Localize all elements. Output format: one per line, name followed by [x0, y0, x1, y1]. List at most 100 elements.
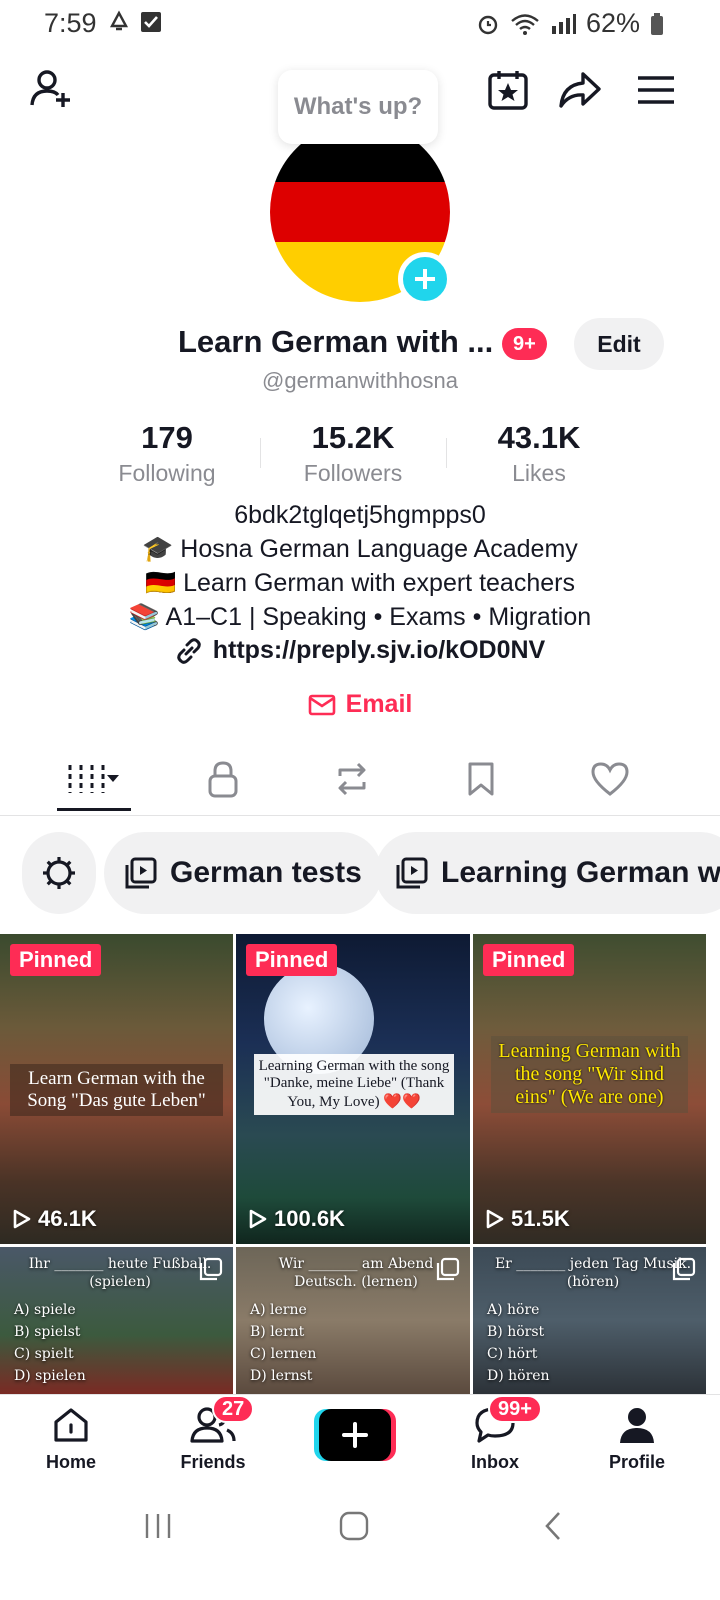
calendar-star-icon	[488, 71, 528, 110]
stat-value: 43.1K	[497, 420, 581, 455]
playlist-chip[interactable]: German tests	[104, 832, 382, 914]
alarm-icon	[478, 15, 498, 34]
stat-label: Likes	[512, 460, 566, 486]
quiz-option: A) lerne	[250, 1302, 307, 1318]
bio-line: 🇩🇪 Learn German with expert teachers	[145, 569, 575, 597]
quiz-option: C) lernen	[250, 1346, 317, 1362]
quiz-option: D) spielen	[14, 1368, 86, 1384]
stat-value: 179	[141, 420, 193, 455]
playlist-chip[interactable]: Learning German w	[375, 832, 720, 914]
email-button[interactable]: Email	[0, 690, 720, 719]
bio-line: 📚 A1–C1 | Speaking • Exams • Migration	[128, 603, 592, 631]
email-label: Email	[345, 690, 413, 718]
video-thumbnail[interactable]: Pinned Learning German with the song "Da…	[236, 934, 470, 1244]
share-profile-button[interactable]	[554, 64, 606, 116]
nav-profile[interactable]: Profile	[582, 1405, 692, 1473]
pinned-badge: Pinned	[246, 944, 338, 976]
view-count: 51.5K	[485, 1206, 570, 1232]
quiz-question: Wir _______ am Abend Deutsch. (lernen)	[278, 1256, 434, 1290]
stat-following[interactable]: 179 Following	[82, 420, 252, 487]
view-count-value: 100.6K	[274, 1206, 345, 1231]
stat-label: Following	[118, 460, 216, 486]
pinned-badge: Pinned	[10, 944, 102, 976]
tab-favorites[interactable]	[441, 754, 521, 804]
quiz-option: B) hörst	[487, 1324, 545, 1340]
recents-icon	[145, 1514, 171, 1538]
play-icon	[13, 1209, 31, 1229]
active-tab-indicator	[57, 808, 131, 811]
video-thumbnail[interactable]: Ihr _______ heute Fußball. (spielen) A) …	[0, 1247, 233, 1394]
quiz-option: D) hören	[487, 1368, 550, 1384]
videos-grid-icon	[68, 765, 119, 793]
link-icon	[176, 637, 201, 664]
playlist-icon	[396, 857, 428, 889]
back-button[interactable]	[536, 1508, 576, 1544]
nav-label: Inbox	[471, 1452, 519, 1472]
home-square-icon	[339, 1511, 369, 1541]
flag-red-stripe	[270, 182, 450, 243]
nav-label: Home	[45, 1452, 96, 1472]
video-caption: Learning German with the song "Wir sind …	[491, 1036, 688, 1113]
play-icon	[249, 1209, 267, 1229]
playlist-chips: German tests Learning German w	[0, 830, 720, 916]
tab-videos[interactable]	[54, 754, 134, 804]
add-friend-button[interactable]	[26, 64, 78, 116]
status-bar: 7:59 62%	[0, 0, 720, 46]
video-grid: Pinned Learn German with the Song "Das g…	[0, 934, 720, 1394]
view-count-value: 46.1K	[38, 1206, 97, 1231]
quiz-option: A) höre	[487, 1302, 540, 1318]
playlist-settings-button[interactable]	[22, 832, 96, 914]
stat-followers[interactable]: 15.2K Followers	[268, 420, 438, 487]
mail-icon	[308, 694, 335, 715]
pinned-badge: Pinned	[483, 944, 575, 976]
nav-label: Profile	[608, 1452, 665, 1472]
video-thumbnail[interactable]: Pinned Learn German with the Song "Das g…	[0, 934, 233, 1244]
video-thumbnail[interactable]: Wir _______ am Abend Deutsch. (lernen) A…	[236, 1247, 470, 1394]
video-thumbnail[interactable]: Er _______ jeden Tag Musik. (hören) A) h…	[473, 1247, 706, 1394]
calendar-button[interactable]	[482, 64, 534, 116]
video-thumbnail[interactable]: Pinned Learning German with the song "Wi…	[473, 934, 706, 1244]
recents-button[interactable]	[140, 1508, 180, 1544]
view-count-value: 51.5K	[511, 1206, 570, 1231]
settings-gear-icon	[43, 857, 75, 889]
profile-name[interactable]: Learn German with ...	[178, 324, 493, 360]
quiz-overlay: Wir _______ am Abend Deutsch. (lernen) A…	[236, 1247, 470, 1394]
tab-reposts[interactable]	[312, 754, 392, 804]
create-button[interactable]	[314, 1409, 396, 1461]
add-person-icon	[30, 70, 70, 107]
quiz-option: D) lernst	[250, 1368, 313, 1384]
quiz-option: C) spielt	[14, 1346, 74, 1362]
video-caption: Learn German with the Song "Das gute Leb…	[10, 1064, 223, 1116]
menu-button[interactable]	[630, 64, 682, 116]
plus-icon	[342, 1422, 368, 1448]
stat-divider	[260, 438, 261, 468]
tab-liked[interactable]	[570, 754, 650, 804]
view-count: 46.1K	[12, 1206, 97, 1232]
signal-icon	[551, 13, 576, 34]
heart-icon	[591, 762, 629, 796]
bottom-nav: Home Friends 27 Inbox 99+ Profile	[0, 1394, 720, 1494]
multi-post-icon	[436, 1257, 460, 1281]
quiz-question: Er _______ jeden Tag Musik. (hören)	[494, 1256, 692, 1290]
stat-divider	[446, 438, 447, 468]
tab-private[interactable]	[183, 754, 263, 804]
multi-post-icon	[672, 1257, 696, 1281]
status-time: 7:59	[44, 8, 97, 38]
share-arrow-icon	[559, 72, 601, 108]
notification-badge[interactable]: 9+	[502, 328, 547, 360]
add-story-button[interactable]	[398, 252, 452, 306]
bio-line: 6bdk2tglqetj5hgmpps0	[234, 501, 486, 529]
video-caption: Learning German with the song "Danke, me…	[254, 1054, 454, 1115]
nav-home[interactable]: Home	[16, 1405, 126, 1473]
home-system-button[interactable]	[336, 1508, 376, 1544]
stat-likes[interactable]: 43.1K Likes	[454, 420, 624, 487]
bookmark-icon	[468, 762, 494, 796]
edit-profile-button[interactable]: Edit	[574, 318, 664, 370]
repost-icon	[338, 762, 366, 796]
quiz-option: C) hört	[487, 1346, 538, 1362]
profile-handle: @germanwithhosna	[262, 368, 458, 393]
status-bubble[interactable]: What's up?	[278, 70, 438, 144]
profile-link[interactable]: https://preply.sjv.io/kOD0NV	[0, 636, 720, 665]
playlist-label: Learning German w	[441, 856, 720, 889]
system-nav-bar	[0, 1494, 720, 1600]
